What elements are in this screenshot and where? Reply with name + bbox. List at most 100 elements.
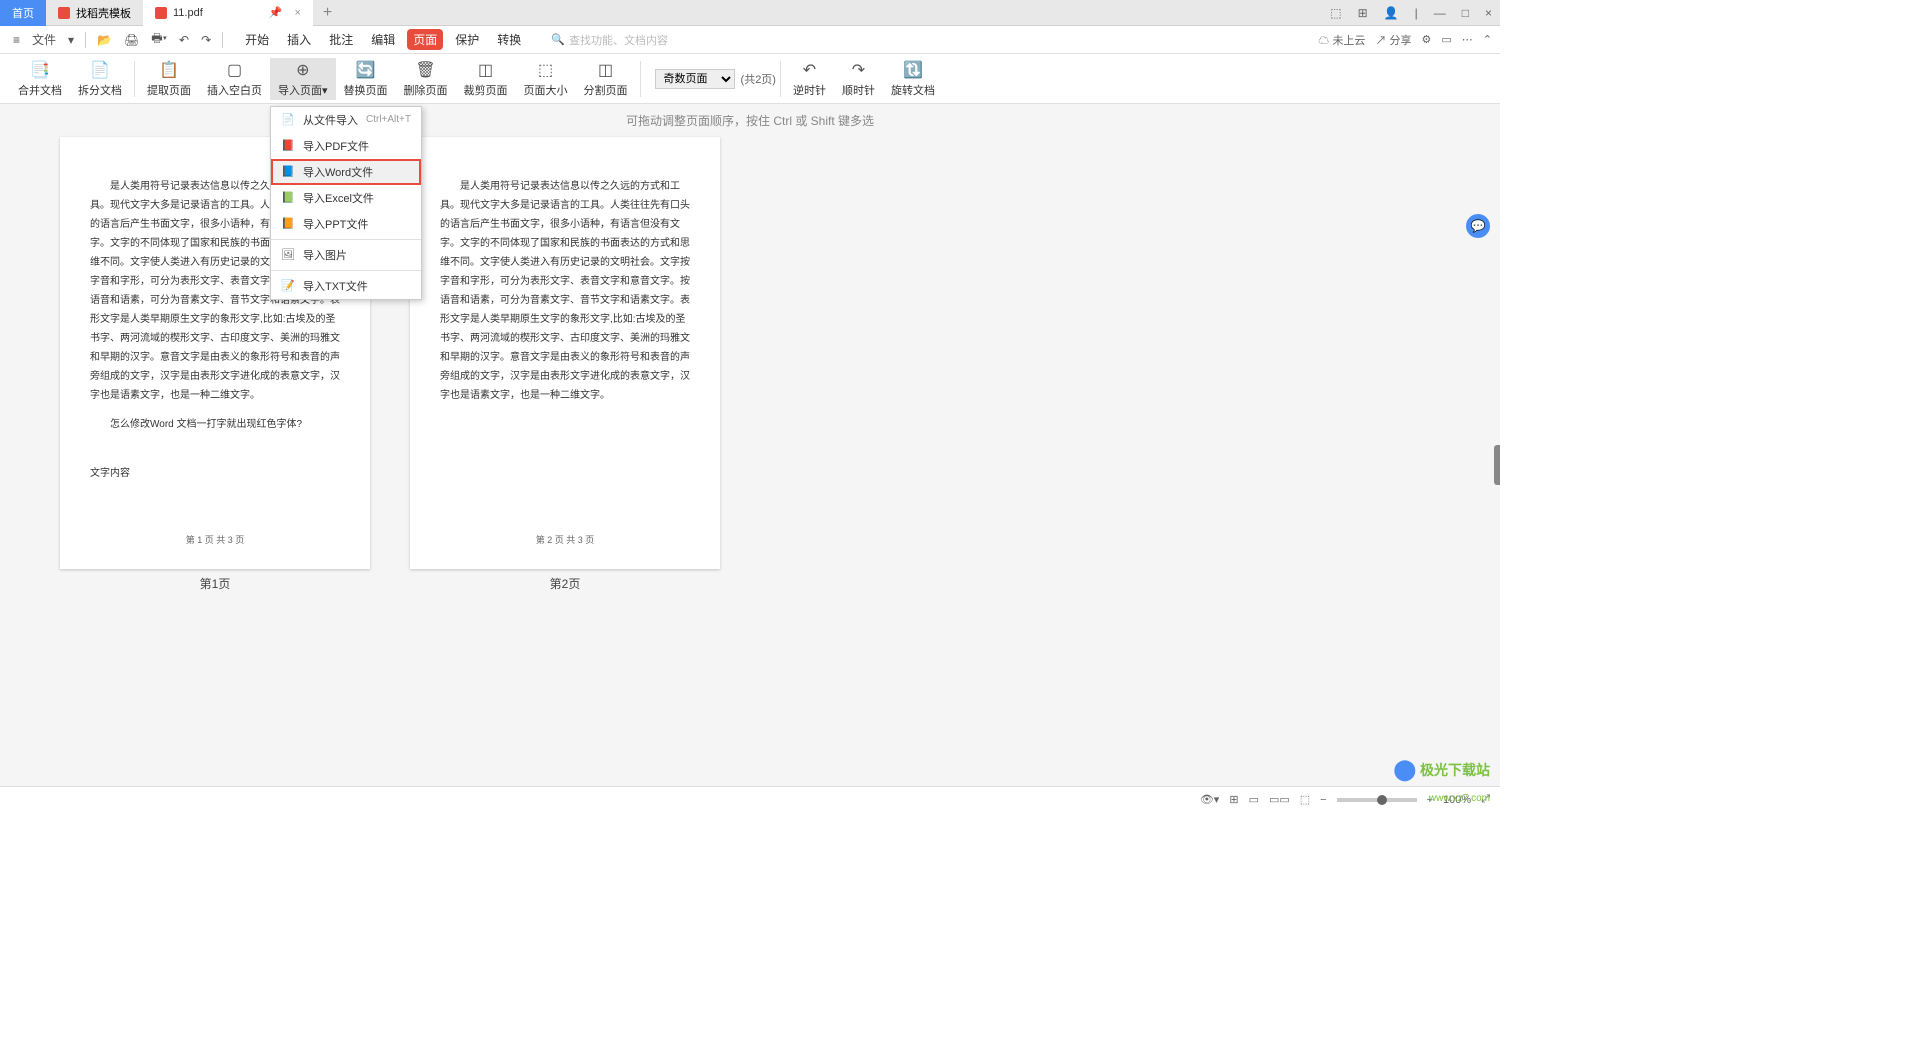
tb-size[interactable]: ⬚页面大小 — [516, 58, 576, 100]
separator — [85, 32, 86, 48]
tab-bar: 首页 找稻壳模板 11.pdf 📌 × + ⬚ ⊞ 👤 | — □ × — [0, 0, 1500, 26]
maximize-icon[interactable]: □ — [1454, 6, 1477, 20]
dd-txt[interactable]: 📝导入TXT文件 — [271, 273, 421, 299]
side-handle[interactable] — [1494, 445, 1500, 485]
ppt-icon: 📙 — [281, 217, 295, 231]
menu-search[interactable]: 🔍 查找功能、文档内容 — [551, 32, 668, 48]
menu-tab-start[interactable]: 开始 — [239, 29, 275, 50]
brand-icon: ⬤ — [1394, 757, 1416, 782]
tb-crop[interactable]: ◫裁剪页面 — [456, 58, 516, 100]
split-icon: 📄 — [90, 60, 110, 80]
tb-merge[interactable]: 📑合并文档 — [10, 58, 70, 100]
window-icon[interactable]: ▭ — [1441, 33, 1451, 46]
undo-icon[interactable]: ↶ — [174, 31, 194, 49]
menu-left: ≡ 文件 ▾ 📂 🖨 🖶▾ ↶ ↷ — [8, 27, 227, 52]
tb-split[interactable]: 📄拆分文档 — [70, 58, 130, 100]
import-icon: ⊕ — [293, 60, 313, 80]
pdf-icon — [155, 7, 167, 19]
share-button[interactable]: ↗ 分享 — [1375, 32, 1411, 48]
menu-tab-edit[interactable]: 编辑 — [365, 29, 401, 50]
close-icon[interactable]: × — [1477, 6, 1500, 20]
double-view-icon[interactable]: ▭▭ — [1269, 793, 1290, 806]
page-2-body: 是人类用符号记录表达信息以传之久远的方式和工具。现代文字大多是记录语言的工具。人… — [440, 177, 690, 405]
tb-replace[interactable]: 🔄替换页面 — [336, 58, 396, 100]
zoom-out-icon[interactable]: − — [1320, 794, 1326, 806]
page-2-wrap[interactable]: 是人类用符号记录表达信息以传之久远的方式和工具。现代文字大多是记录语言的工具。人… — [410, 137, 720, 592]
separator — [271, 239, 421, 240]
page-select[interactable]: 奇数页面 — [655, 69, 735, 89]
tab-template[interactable]: 找稻壳模板 — [46, 0, 143, 26]
cloud-status[interactable]: ☁ 未上云 — [1318, 32, 1365, 48]
separator — [222, 32, 223, 48]
tb-rotate-ccw[interactable]: ↶逆时针 — [785, 58, 834, 100]
gear-icon[interactable]: ⚙ — [1422, 33, 1432, 46]
rotate-cw-icon: ↷ — [848, 60, 868, 80]
tab-close-icon[interactable]: × — [294, 7, 300, 19]
watermark-brand: ⬤极光下载站 — [1394, 757, 1490, 782]
page-2-label: 第2页 — [550, 575, 581, 592]
chevron-down-icon[interactable]: ▾ — [63, 31, 79, 49]
pdf-icon: 📕 — [281, 139, 295, 153]
hamburger-icon[interactable]: ≡ — [8, 31, 25, 49]
tb-delete[interactable]: 🗑删除页面 — [396, 58, 456, 100]
minimize-icon[interactable]: — — [1426, 6, 1454, 20]
save-icon[interactable]: 🖨 — [119, 31, 144, 49]
workspace-hint: 可拖动调整页面顺序，按住 Ctrl 或 Shift 键多选 — [0, 104, 1500, 137]
rotate-doc-icon: 🔃 — [903, 60, 923, 80]
merge-icon: 📑 — [30, 60, 50, 80]
dd-from-file[interactable]: 📄从文件导入Ctrl+Alt+T — [271, 107, 421, 133]
tab-home[interactable]: 首页 — [0, 0, 46, 26]
menu-tab-protect[interactable]: 保护 — [449, 29, 485, 50]
eye-icon[interactable]: 👁▾ — [1200, 793, 1220, 806]
grid-icon[interactable]: ⊞ — [1350, 6, 1376, 20]
tb-import[interactable]: ⊕导入页面▾ 📄从文件导入Ctrl+Alt+T 📕导入PDF文件 📘导入Word… — [270, 58, 336, 100]
tab-home-label: 首页 — [12, 5, 34, 21]
extract-icon: 📋 — [159, 60, 179, 80]
page-1-label: 第1页 — [200, 575, 231, 592]
blank-icon: ▢ — [225, 60, 245, 80]
file-icon: 📄 — [281, 113, 295, 127]
page-2[interactable]: 是人类用符号记录表达信息以传之久远的方式和工具。现代文字大多是记录语言的工具。人… — [410, 137, 720, 569]
thumb-view-icon[interactable]: ⊞ — [1229, 793, 1238, 806]
separator — [134, 61, 135, 97]
redo-icon[interactable]: ↷ — [196, 31, 216, 49]
menu-tab-annotate[interactable]: 批注 — [323, 29, 359, 50]
menu-tab-insert[interactable]: 插入 — [281, 29, 317, 50]
dd-word[interactable]: 📘导入Word文件 — [271, 159, 421, 185]
tb-rotate-doc[interactable]: 🔃旋转文档 — [883, 58, 943, 100]
print-icon[interactable]: 🖶▾ — [146, 27, 172, 52]
float-button[interactable]: 💬 — [1466, 214, 1490, 238]
single-view-icon[interactable]: ▭ — [1249, 793, 1259, 806]
image-icon: 🖼 — [281, 248, 295, 262]
fit-icon[interactable]: ⬚ — [1300, 793, 1310, 806]
tab-file[interactable]: 11.pdf 📌 × — [143, 0, 313, 26]
collapse-icon[interactable]: ⌃ — [1483, 33, 1492, 46]
page-count: (共2页) — [741, 71, 776, 87]
size-icon: ⬚ — [536, 60, 556, 80]
tb-blank[interactable]: ▢插入空白页 — [199, 58, 270, 100]
divider: | — [1407, 6, 1426, 20]
menu-tab-convert[interactable]: 转换 — [491, 29, 527, 50]
dd-pdf[interactable]: 📕导入PDF文件 — [271, 133, 421, 159]
more-icon[interactable]: ⋯ — [1462, 33, 1473, 46]
tb-extract[interactable]: 📋提取页面 — [139, 58, 199, 100]
tab-file-label: 11.pdf — [173, 7, 203, 19]
tb-rotate-cw[interactable]: ↷顺时针 — [834, 58, 883, 100]
menu-tab-page[interactable]: 页面 — [407, 29, 443, 50]
dd-excel[interactable]: 📗导入Excel文件 — [271, 185, 421, 211]
crop-icon: ◫ — [476, 60, 496, 80]
dd-image[interactable]: 🖼导入图片 — [271, 242, 421, 268]
zoom-slider[interactable] — [1337, 798, 1417, 802]
open-icon[interactable]: 📂 — [92, 31, 117, 49]
user-icon[interactable]: 👤 — [1376, 6, 1407, 20]
dd-ppt[interactable]: 📙导入PPT文件 — [271, 211, 421, 237]
page-1-footer: 第 1 页 共 3 页 — [60, 532, 370, 549]
search-placeholder: 查找功能、文档内容 — [569, 32, 668, 48]
pages-container: 是人类用符号记录表达信息以传之久远的方式和工具。现代文字大多是记录语言的工具。人… — [0, 137, 1500, 592]
watermark-url: www.xz7.com — [1429, 793, 1490, 804]
tab-pin-icon[interactable]: 📌 — [269, 6, 283, 19]
file-menu[interactable]: 文件 — [27, 29, 61, 50]
tab-add[interactable]: + — [313, 4, 342, 22]
tb-splitpage[interactable]: ◫分割页面 — [576, 58, 636, 100]
layout-icon[interactable]: ⬚ — [1322, 6, 1349, 20]
